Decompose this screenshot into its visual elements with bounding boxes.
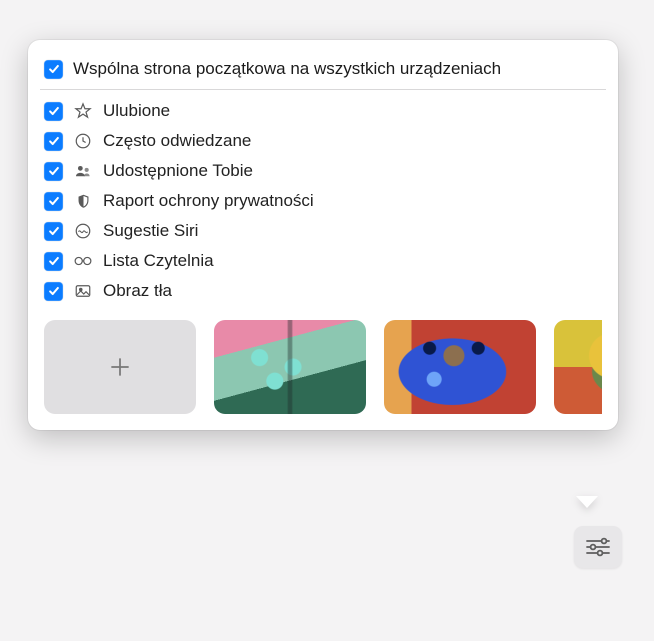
background-thumbnail[interactable] [384, 320, 536, 414]
option-row[interactable]: Lista Czytelnia [44, 246, 602, 276]
option-row[interactable]: Często odwiedzane [44, 126, 602, 156]
plus-icon [107, 354, 133, 380]
sliders-icon [584, 535, 612, 559]
background-thumbnails-row [44, 320, 602, 414]
option-label: Ulubione [103, 101, 170, 121]
glasses-icon [73, 251, 93, 271]
sync-option-row[interactable]: Wspólna strona początkowa na wszystkich … [44, 54, 602, 89]
sync-option-label: Wspólna strona początkowa na wszystkich … [73, 59, 501, 79]
background-thumbnail[interactable] [214, 320, 366, 414]
clock-icon [73, 131, 93, 151]
checkbox[interactable] [44, 252, 63, 271]
shield-icon [73, 191, 93, 211]
background-thumbnail[interactable] [554, 320, 602, 414]
checkbox[interactable] [44, 132, 63, 151]
image-icon [73, 281, 93, 301]
option-label: Lista Czytelnia [103, 251, 214, 271]
people-icon [73, 161, 93, 181]
checkbox[interactable] [44, 102, 63, 121]
add-background-button[interactable] [44, 320, 196, 414]
option-row[interactable]: Ulubione [44, 96, 602, 126]
star-icon [73, 101, 93, 121]
option-label: Udostępnione Tobie [103, 161, 253, 181]
option-row[interactable]: Udostępnione Tobie [44, 156, 602, 186]
checkbox[interactable] [44, 222, 63, 241]
checkbox[interactable] [44, 192, 63, 211]
option-row[interactable]: Sugestie Siri [44, 216, 602, 246]
option-label: Sugestie Siri [103, 221, 198, 241]
option-label: Często odwiedzane [103, 131, 251, 151]
divider [40, 89, 606, 90]
checkbox-sync[interactable] [44, 60, 63, 79]
option-row[interactable]: Raport ochrony prywatności [44, 186, 602, 216]
option-label: Obraz tła [103, 281, 172, 301]
option-row[interactable]: Obraz tła [44, 276, 602, 306]
checkbox[interactable] [44, 282, 63, 301]
start-page-settings-popover: Wspólna strona początkowa na wszystkich … [28, 40, 618, 430]
checkbox[interactable] [44, 162, 63, 181]
customize-button[interactable] [574, 526, 622, 568]
siri-icon [73, 221, 93, 241]
option-label: Raport ochrony prywatności [103, 191, 314, 211]
